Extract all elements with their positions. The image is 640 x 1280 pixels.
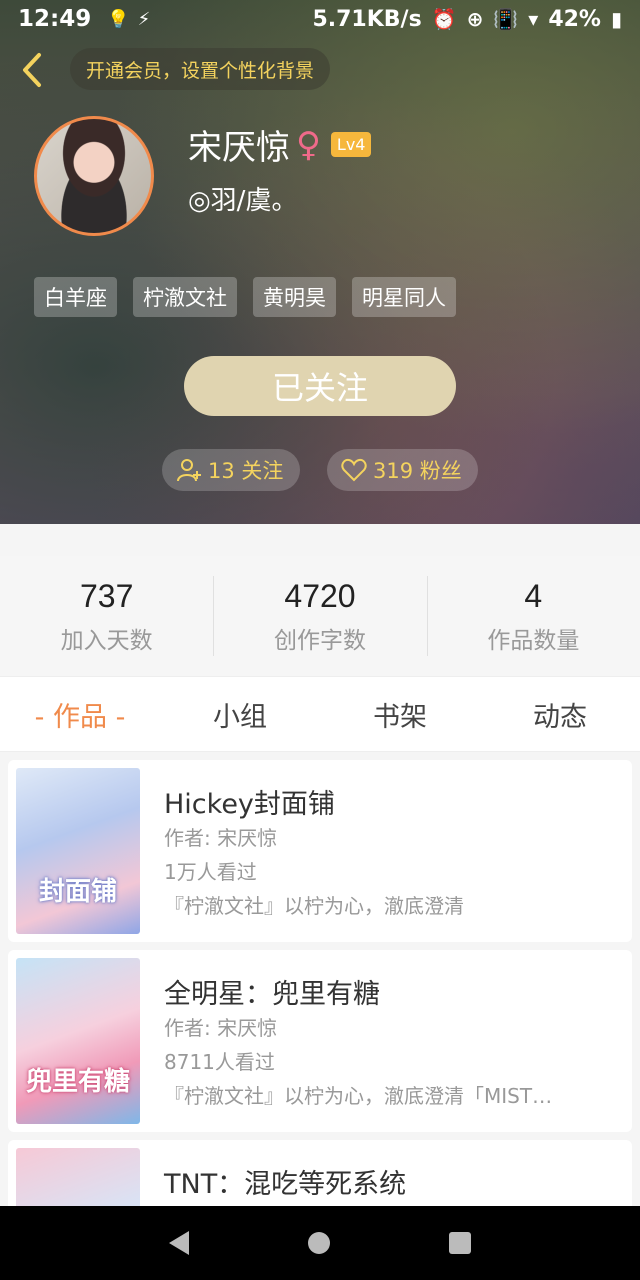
net-speed: 5.71KB/s: [312, 6, 422, 32]
works-list: 封面铺 Hickey封面铺 作者: 宋厌惊 1万人看过 『柠澈文社』以柠为心，澈…: [8, 760, 632, 1280]
work-card[interactable]: 兜里有糖 全明星：兜里有糖 作者: 宋厌惊 8711人看过 『柠澈文社』以柠为心…: [8, 950, 632, 1132]
chevron-left-icon: [23, 53, 41, 87]
status-bar: 12:49 💡 ⚡ 5.71KB/s ⏰ ⊕ 📳 ▾ 42% ▮: [0, 0, 640, 38]
avatar[interactable]: [34, 116, 154, 236]
work-card[interactable]: 封面铺 Hickey封面铺 作者: 宋厌惊 1万人看过 『柠澈文社』以柠为心，澈…: [8, 760, 632, 942]
battery-level: 42%: [548, 6, 601, 32]
following-button[interactable]: 13 关注: [162, 449, 300, 491]
stats-row: 737 加入天数 4720 创作字数 4 作品数量: [0, 556, 640, 676]
heart-icon: [341, 458, 367, 482]
signature: ◎羽/虞。: [188, 186, 298, 216]
work-views: 1万人看过: [164, 860, 257, 884]
cover-text: 封面铺: [38, 877, 117, 907]
stat-join-days: 737 加入天数: [0, 556, 213, 676]
profile-tabs: - 作品 - 小组 书架 动态: [0, 676, 640, 752]
status-time: 12:49: [18, 6, 92, 32]
back-button[interactable]: [14, 50, 50, 90]
level-badge: Lv4: [330, 132, 372, 157]
stat-word-count: 4720 创作字数: [213, 556, 426, 676]
work-author: 作者: 宋厌惊: [164, 1016, 278, 1040]
tab-activity[interactable]: 动态: [480, 677, 640, 751]
work-cover: 兜里有糖: [16, 958, 140, 1124]
stat-label: 创作字数: [273, 627, 366, 654]
status-right: 5.71KB/s ⏰ ⊕ 📳 ▾ 42% ▮: [312, 7, 622, 32]
notification-bulb-icon: 💡: [107, 8, 130, 30]
stat-label: 加入天数: [60, 627, 153, 654]
stat-work-count: 4 作品数量: [426, 556, 640, 676]
work-title: Hickey封面铺: [164, 789, 335, 820]
tag-list: 白羊座 柠澈文社 黄明昊 明星同人: [34, 277, 456, 317]
nav-back-icon[interactable]: [169, 1231, 190, 1255]
data-saver-icon: ⊕: [466, 7, 484, 31]
fans-count: 319 粉丝: [373, 459, 462, 483]
work-description: 『柠澈文社』以柠为心，澈底澄清「MIST…: [164, 1084, 553, 1108]
female-icon: ♀: [296, 124, 321, 165]
work-author: 作者: 宋厌惊: [164, 826, 278, 850]
stat-value: 4: [524, 577, 543, 614]
tab-groups[interactable]: 小组: [160, 677, 320, 751]
battery-icon: ▮: [610, 7, 622, 31]
nav-recent-apps-icon[interactable]: [448, 1232, 471, 1254]
user-add-icon: [177, 459, 201, 482]
tab-bookshelf[interactable]: 书架: [320, 677, 480, 751]
wifi-icon: ▾: [528, 7, 539, 31]
work-views: 8711人看过: [164, 1050, 275, 1074]
tag-item[interactable]: 黄明昊: [253, 277, 336, 317]
work-title: TNT：混吃等死系统: [164, 1169, 407, 1200]
stat-value: 4720: [284, 577, 356, 614]
lightning-icon: ⚡: [137, 8, 151, 30]
work-description: 『柠澈文社』以柠为心，澈底澄清: [164, 894, 464, 918]
stat-label: 作品数量: [487, 627, 580, 654]
profile-header: 12:49 💡 ⚡ 5.71KB/s ⏰ ⊕ 📳 ▾ 42% ▮ 开通会员，设置…: [0, 0, 640, 524]
nav-home-icon[interactable]: [307, 1232, 330, 1254]
vip-background-prompt[interactable]: 开通会员，设置个性化背景: [70, 48, 331, 90]
username: 宋厌惊: [188, 128, 290, 168]
work-cover: 封面铺: [16, 768, 140, 934]
tag-item[interactable]: 柠澈文社: [133, 277, 237, 317]
tab-works[interactable]: - 作品 -: [0, 677, 160, 751]
tag-item[interactable]: 明星同人: [352, 277, 456, 317]
following-count: 13 关注: [208, 459, 284, 483]
fans-button[interactable]: 319 粉丝: [327, 449, 478, 491]
stat-value: 737: [79, 577, 134, 614]
tag-item[interactable]: 白羊座: [34, 277, 117, 317]
cover-text: 兜里有糖: [25, 1067, 130, 1097]
follow-button[interactable]: 已关注: [184, 356, 456, 416]
alarm-icon: ⏰: [431, 7, 457, 31]
profile-name-row: 宋厌惊 ♀ Lv4: [188, 120, 372, 169]
notification-icons: 💡 ⚡: [107, 9, 150, 30]
system-nav-bar: [0, 1206, 640, 1280]
work-title: 全明星：兜里有糖: [164, 979, 380, 1010]
vibrate-icon: 📳: [493, 7, 519, 31]
